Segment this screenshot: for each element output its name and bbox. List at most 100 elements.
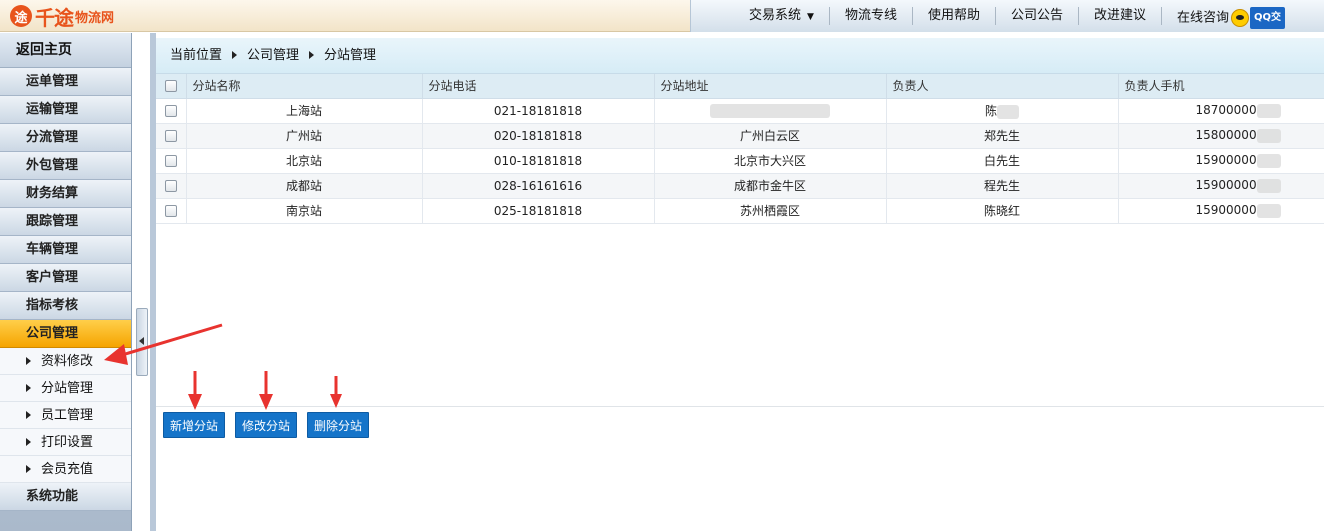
edit-branch-button[interactable]: 修改分站 [235,412,298,438]
table-row[interactable]: 成都站 028-16161616 成都市金牛区 程先生 15900000 [156,173,1324,199]
branch-manager: 程先生 [886,173,1119,199]
top-bar: 途 千途 物流网 交易系统 ▼ 物流专线 使用帮助 公司公告 改进建议 在线咨询 Q… [0,0,1324,32]
branch-manager: 郑先生 [886,123,1119,149]
branch-manager: 白先生 [886,148,1119,174]
nav-help[interactable]: 使用帮助 [913,7,996,25]
col-header-address[interactable]: 分站地址 [654,74,887,99]
add-branch-button[interactable]: 新增分站 [163,412,226,438]
row-select-cell [156,198,187,224]
triangle-right-icon [26,357,31,365]
branch-address: 广州白云区 [654,123,887,149]
row-select-cell [156,148,187,174]
sidebar-item-tracking[interactable]: 跟踪管理 [0,208,131,236]
sidebar-collapse-handle[interactable] [136,308,148,376]
branch-mobile: 15900000 [1118,198,1324,224]
redacted-address [710,103,830,118]
row-checkbox[interactable] [164,130,177,142]
collapse-arrow-icon [139,337,144,345]
branch-address: 北京市大兴区 [654,148,887,174]
branch-address: 成都市金牛区 [654,173,887,199]
sidebar-home[interactable]: 返回主页 [0,33,131,68]
nav-trade-system[interactable]: 交易系统 ▼ [691,7,830,25]
qq-chat-label: QQ交 [1250,7,1286,29]
col-header-mobile[interactable]: 负责人手机 [1118,74,1324,99]
branch-mobile: 15900000 [1118,148,1324,174]
triangle-right-icon [26,438,31,446]
qq-chat-button[interactable]: QQ交 [1231,7,1286,29]
triangle-right-icon [26,411,31,419]
select-all-cell [156,74,187,99]
table-row[interactable]: 北京站 010-18181818 北京市大兴区 白先生 15900000 [156,148,1324,174]
row-select-cell [156,98,187,124]
sidebar-sub-employees[interactable]: 员工管理 [0,402,131,429]
breadcrumb-separator-icon [309,51,315,59]
branch-phone: 028-16161616 [422,173,655,199]
sidebar-item-customers[interactable]: 客户管理 [0,264,131,292]
branch-mobile: 15900000 [1118,173,1324,199]
sidebar-item-company[interactable]: 公司管理 [0,320,131,348]
breadcrumb-current: 分站管理 [324,48,377,63]
sidebar-sub-profile[interactable]: 资料修改 [0,348,131,375]
nav-suggestions[interactable]: 改进建议 [1079,7,1162,25]
logo-icon: 途 [10,5,32,27]
branch-address [654,98,887,124]
branch-table: 分站名称 分站电话 分站地址 负责人 负责人手机 上海站 021-1818181… [156,74,1324,224]
row-checkbox[interactable] [164,105,177,117]
sidebar-sub-branches[interactable]: 分站管理 [0,375,131,402]
row-checkbox[interactable] [164,180,177,192]
table-row[interactable]: 上海站 021-18181818 陈 18700000 [156,98,1324,124]
col-header-manager[interactable]: 负责人 [886,74,1119,99]
nav-logistics-lines[interactable]: 物流专线 [830,7,913,25]
nav-announcements[interactable]: 公司公告 [996,7,1079,25]
branch-phone: 010-18181818 [422,148,655,174]
table-row[interactable]: 南京站 025-18181818 苏州栖霞区 陈晓红 15900000 [156,198,1324,224]
nav-online-consult[interactable]: 在线咨询 QQ交 [1162,7,1300,29]
row-checkbox[interactable] [164,155,177,167]
sidebar-item-system[interactable]: 系统功能 [0,483,131,511]
branch-phone: 025-18181818 [422,198,655,224]
brand-logo[interactable]: 途 千途 物流网 [10,4,115,30]
table-header-row: 分站名称 分站电话 分站地址 负责人 负责人手机 [156,74,1324,99]
triangle-right-icon [26,465,31,473]
table-row[interactable]: 广州站 020-18181818 广州白云区 郑先生 15800000 [156,123,1324,149]
row-checkbox[interactable] [164,205,177,217]
branch-name: 上海站 [186,98,423,124]
breadcrumb: 当前位置 公司管理 分站管理 [156,38,1324,74]
branch-name: 南京站 [186,198,423,224]
redacted-name [997,104,1019,119]
sidebar-item-transport[interactable]: 运输管理 [0,96,131,124]
logo-name: 千途 [35,5,74,30]
breadcrumb-company[interactable]: 公司管理 [247,48,299,63]
branch-phone: 020-18181818 [422,123,655,149]
logo-subname: 物流网 [75,10,115,26]
row-select-cell [156,123,187,149]
top-nav: 交易系统 ▼ 物流专线 使用帮助 公司公告 改进建议 在线咨询 QQ交 [690,0,1324,32]
redacted-mobile [1256,178,1281,193]
caret-down-icon: ▼ [807,12,814,22]
sidebar-sub-print[interactable]: 打印设置 [0,429,131,456]
delete-branch-button[interactable]: 删除分站 [307,412,370,438]
redacted-mobile [1256,153,1281,168]
branch-manager: 陈 [886,98,1119,124]
action-toolbar: 新增分站 修改分站 删除分站 [156,406,1324,442]
col-header-phone[interactable]: 分站电话 [422,74,655,99]
sidebar-item-distribution[interactable]: 分流管理 [0,124,131,152]
sidebar-item-waybill[interactable]: 运单管理 [0,68,131,96]
breadcrumb-label: 当前位置 [170,48,223,63]
branch-phone: 021-18181818 [422,98,655,124]
sidebar-item-finance[interactable]: 财务结算 [0,180,131,208]
main-content: 当前位置 公司管理 分站管理 分站名称 分站电话 分站地址 负责人 负责人手机 上海… [156,38,1324,531]
branch-mobile: 15800000 [1118,123,1324,149]
branch-mobile: 18700000 [1118,98,1324,124]
branch-address: 苏州栖霞区 [654,198,887,224]
sidebar-item-kpi[interactable]: 指标考核 [0,292,131,320]
select-all-checkbox[interactable] [164,80,177,93]
col-header-name[interactable]: 分站名称 [186,74,423,99]
branch-manager: 陈晓红 [886,198,1119,224]
sidebar-item-vehicles[interactable]: 车辆管理 [0,236,131,264]
sidebar: 返回主页 运单管理 运输管理 分流管理 外包管理 财务结算 跟踪管理 车辆管理 … [0,33,132,531]
sidebar-sub-recharge[interactable]: 会员充值 [0,456,131,483]
triangle-right-icon [26,384,31,392]
sidebar-item-outsourcing[interactable]: 外包管理 [0,152,131,180]
branch-name: 北京站 [186,148,423,174]
